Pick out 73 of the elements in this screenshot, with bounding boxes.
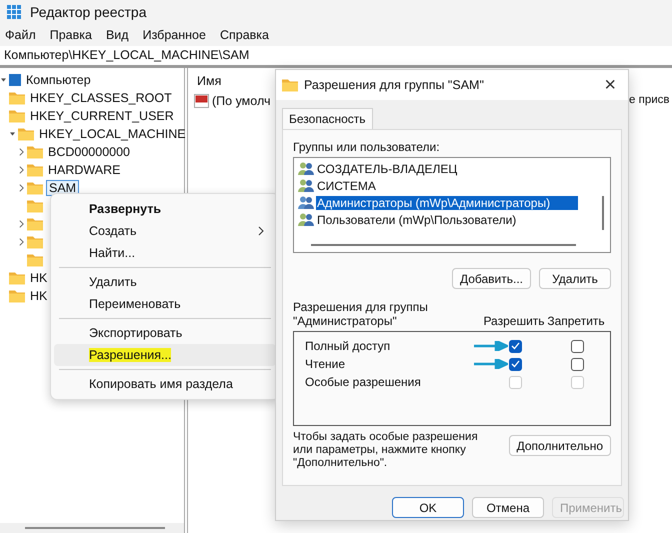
close-button[interactable]: × bbox=[598, 74, 622, 96]
menu-item[interactable]: Копировать имя раздела bbox=[54, 373, 276, 395]
checkbox[interactable] bbox=[570, 358, 584, 370]
value-name: (По умолч bbox=[212, 94, 270, 108]
tree-item[interactable]: HKEY_CURRENT_USER bbox=[28, 109, 176, 123]
menu-item[interactable]: Файл bbox=[5, 28, 36, 42]
menu-item[interactable]: Справка bbox=[220, 28, 269, 42]
folder-icon bbox=[27, 235, 43, 249]
folder-icon bbox=[9, 109, 25, 123]
user-item[interactable]: СИСТЕМА bbox=[316, 178, 578, 192]
checkbox[interactable] bbox=[570, 340, 584, 352]
folder-icon bbox=[27, 199, 43, 213]
folder-icon bbox=[282, 78, 298, 92]
folder-icon bbox=[27, 145, 43, 159]
permission-name: Чтение bbox=[304, 357, 346, 371]
checkbox[interactable] bbox=[508, 340, 522, 352]
menu-item[interactable]: Избранное bbox=[142, 28, 206, 42]
menu-item[interactable]: Развернуть bbox=[54, 198, 276, 220]
dialog-button[interactable]: Отмена bbox=[472, 497, 544, 518]
value-data: е присв bbox=[629, 94, 670, 106]
menu-item[interactable]: Правка bbox=[50, 28, 92, 42]
folder-icon bbox=[18, 127, 34, 141]
users-icon bbox=[298, 213, 314, 226]
permission-name: Особые разрешения bbox=[304, 375, 422, 389]
dialog-button[interactable]: Удалить bbox=[539, 268, 611, 289]
menu-item[interactable]: Удалить bbox=[54, 271, 276, 293]
folder-icon bbox=[27, 181, 43, 195]
column-header[interactable]: Имя bbox=[197, 74, 222, 88]
string-value-icon bbox=[194, 94, 209, 108]
user-item[interactable]: Пользователи (mWp\Пользователи) bbox=[316, 212, 578, 226]
window-title: Редактор реестра bbox=[30, 4, 146, 20]
folder-icon bbox=[9, 289, 25, 303]
menu-item[interactable]: Переименовать bbox=[54, 293, 276, 315]
folder-icon bbox=[27, 253, 43, 267]
registry-editor-icon bbox=[6, 4, 22, 20]
menu-item[interactable]: Разрешения... bbox=[54, 344, 276, 366]
permissions-label: Разрешения для группы "Администраторы" bbox=[293, 300, 429, 328]
column-header: Запретить bbox=[546, 314, 606, 328]
menu-item[interactable]: Найти... bbox=[54, 242, 276, 264]
tree-item[interactable]: HKEY_LOCAL_MACHINE bbox=[37, 127, 188, 141]
menu-item[interactable]: Вид bbox=[106, 28, 129, 42]
folder-icon bbox=[27, 163, 43, 177]
tab[interactable]: Безопасность bbox=[282, 108, 373, 129]
folder-icon bbox=[9, 271, 25, 285]
computer-icon bbox=[9, 74, 21, 86]
expanded-caret-icon[interactable] bbox=[1, 77, 6, 83]
tree-item[interactable]: Компьютер bbox=[24, 73, 93, 87]
users-icon bbox=[298, 196, 314, 209]
menu-item[interactable]: Экспортировать bbox=[54, 322, 276, 344]
expanded-caret-icon[interactable] bbox=[10, 131, 15, 137]
tree-item[interactable]: BCD00000000 bbox=[46, 145, 132, 159]
column-header: Разрешить bbox=[483, 314, 545, 328]
user-item[interactable]: Администраторы (mWp\Администраторы) bbox=[316, 196, 578, 210]
dialog-button[interactable]: OK bbox=[392, 497, 464, 518]
tree-item[interactable]: HKEY_CLASSES_ROOT bbox=[28, 91, 174, 105]
permission-name: Полный доступ bbox=[304, 339, 392, 353]
tree-item[interactable]: HK bbox=[28, 271, 50, 285]
users-icon bbox=[298, 162, 314, 175]
note-text: Чтобы задать особые разрешения или параметры, нажмите кнопку "Дополнительно". bbox=[293, 431, 479, 470]
tree-item[interactable]: HARDWARE bbox=[46, 163, 122, 177]
dialog-button[interactable]: Добавить... bbox=[452, 268, 531, 289]
folder-icon bbox=[27, 217, 43, 231]
horizontal-scrollbar[interactable] bbox=[0, 523, 184, 533]
advanced-button[interactable]: Дополнительно bbox=[508, 435, 611, 456]
menu-item[interactable]: Создать bbox=[54, 220, 276, 242]
checkbox[interactable] bbox=[508, 358, 522, 370]
submenu-chevron-icon bbox=[258, 226, 264, 236]
groups-label: Группы или пользователи: bbox=[293, 140, 441, 154]
dialog-title: Разрешения для группы "SAM" bbox=[304, 78, 485, 92]
folder-icon bbox=[9, 91, 25, 105]
users-icon bbox=[298, 179, 314, 192]
tree-item[interactable]: HK bbox=[28, 289, 50, 303]
user-item[interactable]: СОЗДАТЕЛЬ-ВЛАДЕЛЕЦ bbox=[316, 162, 578, 176]
